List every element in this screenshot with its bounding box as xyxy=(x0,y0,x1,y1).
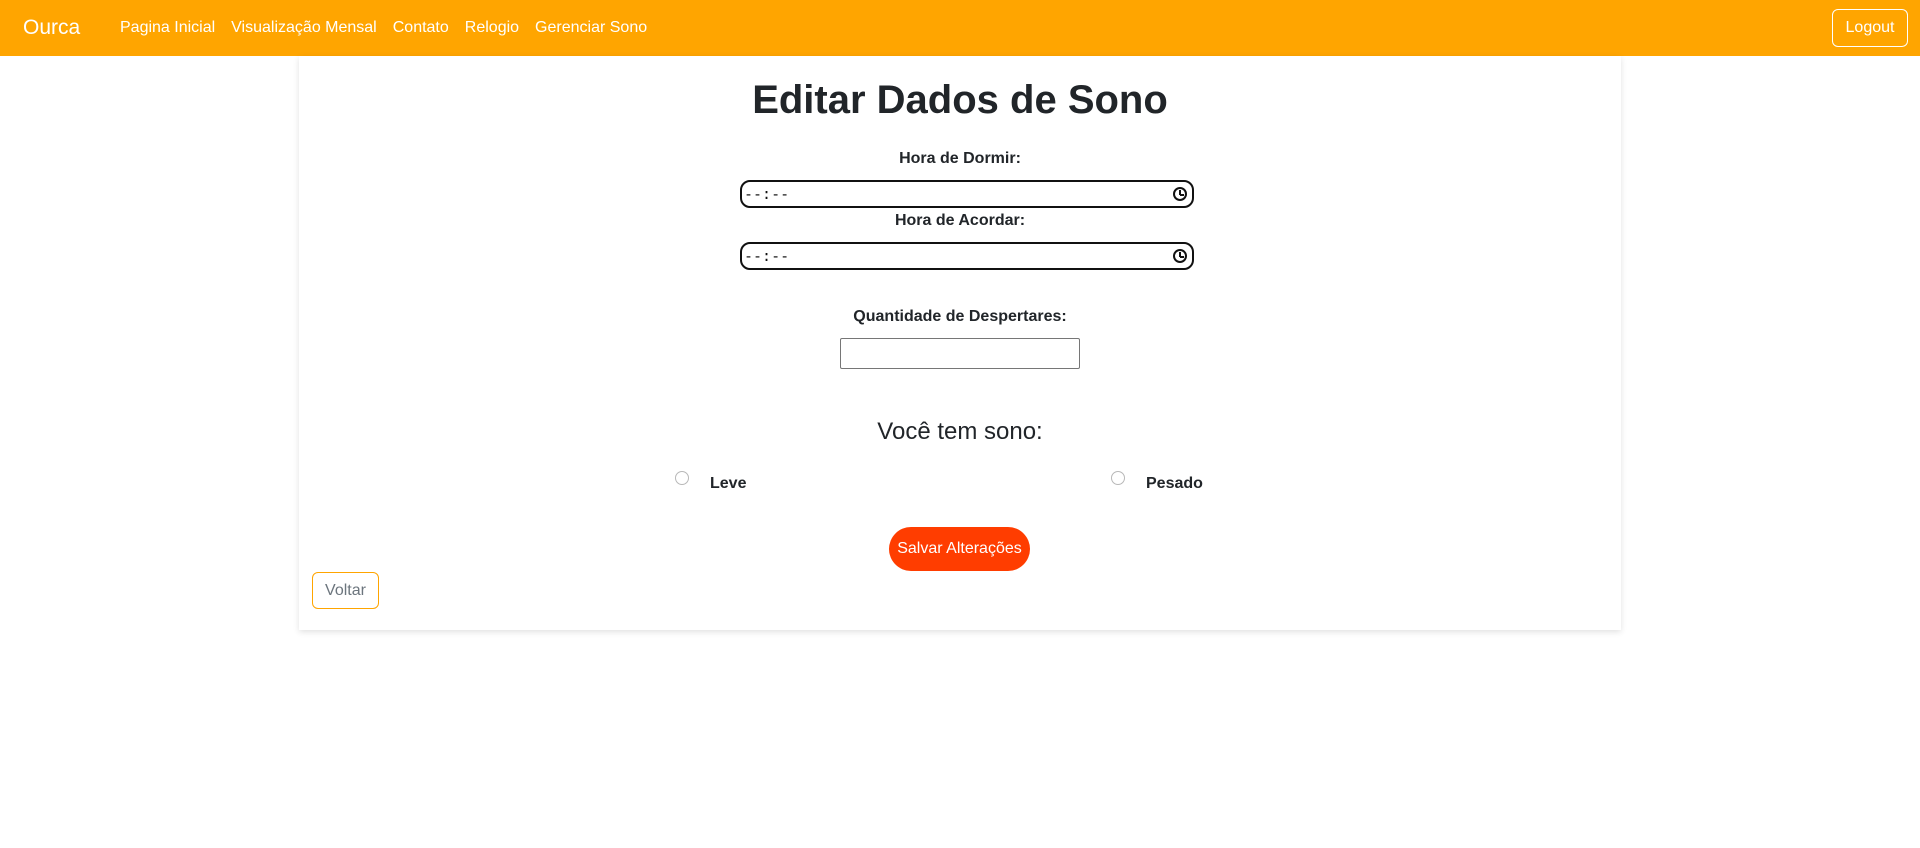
nav-link-contact[interactable]: Contato xyxy=(393,18,449,38)
clock-icon[interactable] xyxy=(1173,187,1187,201)
wake-time-label: Hora de Acordar: xyxy=(894,212,1026,229)
sleep-time-label: Hora de Dormir: xyxy=(899,150,1021,167)
sleep-type-question: Você tem sono: xyxy=(877,418,1043,445)
back-button[interactable]: Voltar xyxy=(312,572,379,609)
nav-link-monthly-view[interactable]: Visualização Mensal xyxy=(231,18,377,38)
wake-time-input[interactable]: --:-- xyxy=(740,242,1194,270)
radio-light-label: Leve xyxy=(710,475,747,492)
radio-heavy[interactable] xyxy=(1111,471,1125,485)
awakenings-input[interactable] xyxy=(840,338,1080,369)
top-navbar: Ourca Pagina Inicial Visualização Mensal… xyxy=(0,0,1920,56)
radio-light[interactable] xyxy=(675,471,689,485)
nav-link-manage-sleep[interactable]: Gerenciar Sono xyxy=(535,18,647,38)
nav-link-clock[interactable]: Relogio xyxy=(465,18,519,38)
save-changes-button[interactable]: Salvar Alterações xyxy=(889,527,1030,571)
edit-sleep-card: Editar Dados de Sono Hora de Dormir: --:… xyxy=(299,56,1621,630)
page-title: Editar Dados de Sono xyxy=(752,78,1168,122)
radio-heavy-label: Pesado xyxy=(1146,475,1203,492)
nav-link-home[interactable]: Pagina Inicial xyxy=(120,18,215,38)
logout-button[interactable]: Logout xyxy=(1832,9,1908,47)
sleep-time-value: --:-- xyxy=(744,185,790,203)
sleep-time-input[interactable]: --:-- xyxy=(740,180,1194,208)
clock-icon[interactable] xyxy=(1173,249,1187,263)
brand-logo[interactable]: Ourca xyxy=(23,16,80,40)
awakenings-label: Quantidade de Despertares: xyxy=(853,308,1067,325)
nav-links: Pagina Inicial Visualização Mensal Conta… xyxy=(120,18,663,38)
wake-time-value: --:-- xyxy=(744,247,790,265)
